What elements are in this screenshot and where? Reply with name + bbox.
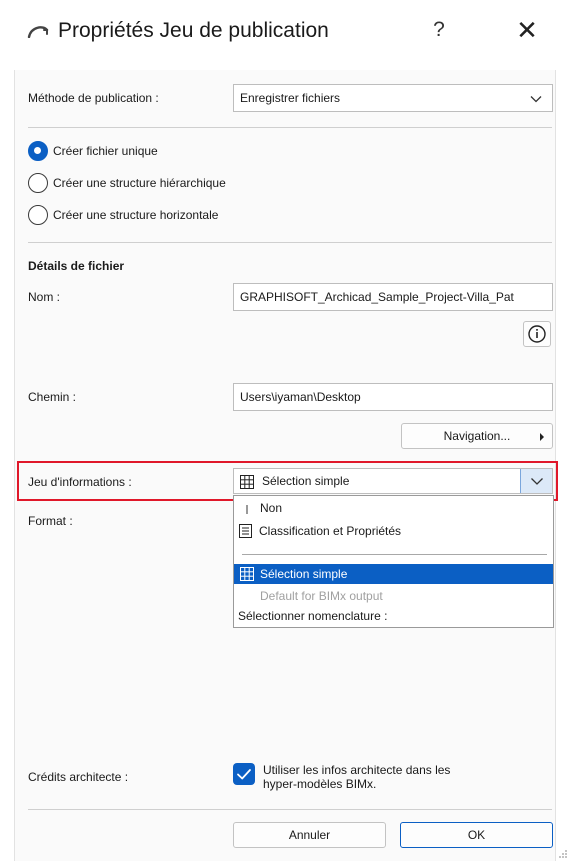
- dropdown-item-selection-simple[interactable]: Sélection simple: [234, 564, 553, 584]
- dropdown-item-label: Classification et Propriétés: [259, 524, 402, 538]
- dropdown-item-label: Sélection simple: [260, 567, 348, 581]
- divider: [28, 242, 552, 243]
- dropdown-item-select-schedule[interactable]: Sélectionner nomenclature :: [234, 606, 553, 626]
- path-input-value: Users\iyaman\Desktop: [240, 390, 361, 404]
- architect-info-checkbox[interactable]: [233, 763, 255, 785]
- chevron-down-icon: [530, 96, 542, 103]
- info-button[interactable]: [523, 321, 551, 347]
- close-button[interactable]: ✕: [512, 15, 542, 46]
- architect-credits-label: Crédits architecte :: [28, 770, 129, 784]
- window-title: Propriétés Jeu de publication: [58, 19, 329, 42]
- publication-method-select[interactable]: Enregistrer fichiers: [233, 84, 553, 112]
- dropdown-item-default-bimx: Default for BIMx output: [234, 586, 553, 606]
- dropdown-item-label: Non: [260, 501, 283, 515]
- radio-horizontal[interactable]: [28, 205, 48, 225]
- cancel-button-label: Annuler: [288, 828, 331, 842]
- help-button[interactable]: ?: [424, 18, 454, 42]
- navigation-button-label: Navigation...: [443, 429, 511, 443]
- divider: [28, 809, 552, 810]
- path-input[interactable]: Users\iyaman\Desktop: [233, 383, 553, 411]
- radio-single-file[interactable]: [28, 141, 48, 161]
- name-input[interactable]: GRAPHISOFT_Archicad_Sample_Project-Villa…: [233, 283, 553, 311]
- ok-button[interactable]: OK: [400, 822, 553, 848]
- name-label: Nom :: [28, 290, 61, 304]
- format-label: Format :: [28, 514, 73, 528]
- divider: [28, 127, 552, 128]
- dropdown-item-non[interactable]: Non: [234, 498, 553, 518]
- dropdown-separator: [242, 554, 547, 555]
- path-label: Chemin :: [28, 390, 77, 404]
- publication-method-label: Méthode de publication :: [28, 91, 159, 105]
- radio-horizontal-label: Créer une structure horizontale: [53, 208, 219, 222]
- table-grid-icon: [240, 567, 254, 581]
- ok-button-label: OK: [467, 828, 486, 842]
- info-icon: [528, 325, 546, 343]
- file-details-heading: Détails de fichier: [28, 259, 125, 273]
- name-input-value: GRAPHISOFT_Archicad_Sample_Project-Villa…: [240, 290, 514, 304]
- navigation-button[interactable]: Navigation...: [401, 423, 553, 449]
- chevron-right-icon: [540, 433, 544, 441]
- publication-method-value: Enregistrer fichiers: [240, 91, 341, 105]
- title-bar: Propriétés Jeu de publication ? ✕: [0, 0, 570, 70]
- dropdown-item-label: Default for BIMx output: [260, 589, 383, 603]
- document-list-icon: [239, 524, 252, 538]
- radio-single-file-label: Créer fichier unique: [53, 144, 158, 158]
- resize-grip-icon[interactable]: [558, 849, 568, 859]
- dropdown-item-label: Sélectionner nomenclature :: [238, 609, 388, 623]
- radio-hierarchical[interactable]: [28, 173, 48, 193]
- architect-checkbox-line1: Utiliser les infos architecte dans les: [263, 763, 451, 777]
- radio-hierarchical-label: Créer une structure hiérarchique: [53, 176, 226, 190]
- dropdown-item-classification[interactable]: Classification et Propriétés: [234, 521, 553, 541]
- none-bar-icon: [246, 505, 248, 514]
- architect-checkbox-line2: hyper-modèles BIMx.: [263, 777, 377, 791]
- cancel-button[interactable]: Annuler: [233, 822, 386, 848]
- architect-checkbox-label: Utiliser les infos architecte dans les h…: [263, 763, 450, 791]
- archicad-logo-icon: [27, 26, 49, 38]
- checkmark-icon: [237, 769, 251, 780]
- info-set-dropdown-list: Non Classification et Propriétés Sélecti…: [233, 495, 554, 628]
